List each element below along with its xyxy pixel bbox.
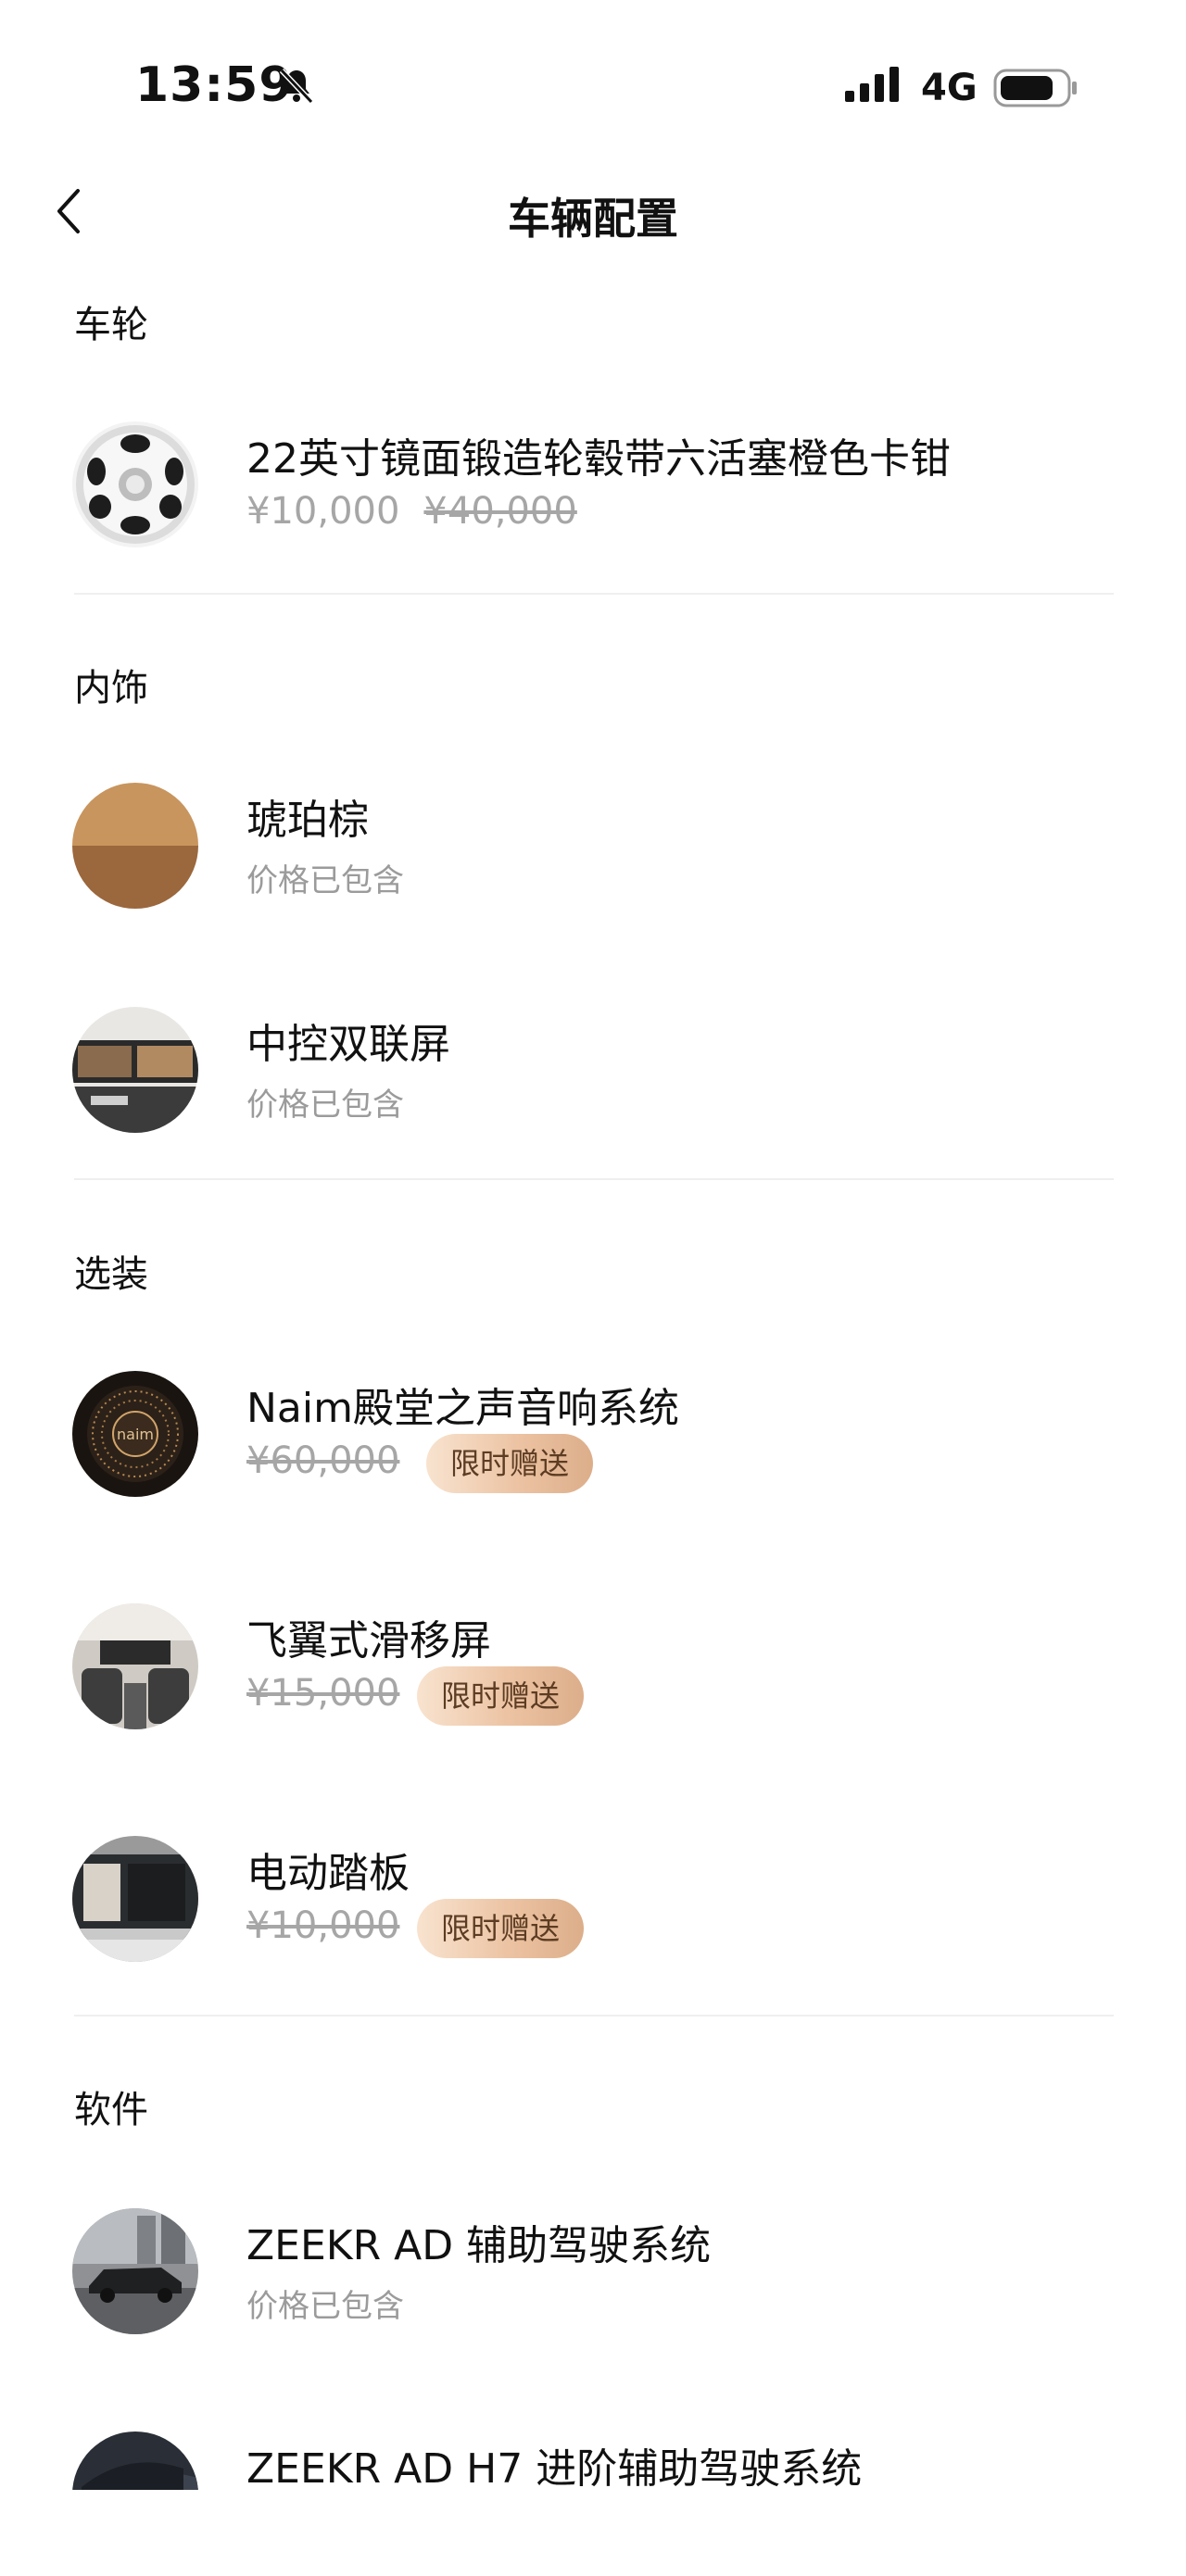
- item-name: 电动踏板: [246, 1850, 410, 1897]
- bell-off-icon: [279, 68, 314, 105]
- cabin-screen-image: [72, 1603, 198, 1729]
- amber-brown-swatch: [72, 783, 198, 909]
- original-price: ¥60,000: [246, 1439, 400, 1482]
- item-name: Naim殿堂之声音响系统: [246, 1385, 679, 1432]
- item-name: ZEEKR AD 辅助驾驶系统: [246, 2222, 712, 2269]
- list-item-power-step[interactable]: 电动踏板 ¥10,000 限时赠送: [0, 1836, 1186, 1984]
- list-item-zeekr-ad[interactable]: ZEEKR AD 辅助驾驶系统 价格已包含: [0, 2208, 1186, 2356]
- section-title-software: 软件: [74, 2089, 148, 2131]
- list-item-sliding-screen[interactable]: 飞翼式滑移屏 ¥15,000 限时赠送: [0, 1603, 1186, 1752]
- current-price: ¥10,000: [246, 490, 400, 533]
- list-item-naim-audio[interactable]: naim Naim殿堂之声音响系统 ¥60,000 限时赠送: [0, 1371, 1186, 1519]
- section-title-interior: 内饰: [74, 667, 148, 710]
- wheel-image: [72, 421, 198, 547]
- section-title-options: 选装: [74, 1253, 148, 1296]
- status-bar: 13:59 4G: [0, 0, 1186, 157]
- divider: [74, 1178, 1114, 1180]
- battery-icon: [993, 69, 1077, 107]
- list-item-wheel[interactable]: 22英寸镜面锻造轮毂带六活塞橙色卡钳 ¥10,000 ¥40,000: [0, 421, 1186, 570]
- page-title: 车辆配置: [508, 194, 678, 244]
- car-driving-image: [72, 2208, 198, 2334]
- signal-icon: [845, 67, 899, 102]
- power-step-image: [72, 1836, 198, 1962]
- price-note: 价格已包含: [246, 862, 404, 899]
- naim-speaker-image: naim: [72, 1371, 198, 1497]
- section-title-wheels: 车轮: [74, 304, 148, 346]
- divider: [74, 593, 1114, 595]
- original-price: ¥40,000: [423, 490, 577, 533]
- price-note: 价格已包含: [246, 1087, 404, 1124]
- item-name: 中控双联屏: [246, 1021, 450, 1068]
- price-note: 价格已包含: [246, 2288, 404, 2325]
- svg-text:naim: naim: [117, 1426, 154, 1443]
- item-name: 琥珀棕: [246, 797, 369, 844]
- list-item-dual-screen[interactable]: 中控双联屏 价格已包含: [0, 1007, 1186, 1155]
- item-name: 飞翼式滑移屏: [246, 1617, 491, 1665]
- original-price: ¥10,000: [246, 1904, 400, 1947]
- promo-badge: 限时赠送: [417, 1666, 585, 1726]
- list-item-amber-brown[interactable]: 琥珀棕 价格已包含: [0, 783, 1186, 931]
- status-time: 13:59: [135, 57, 294, 113]
- bottom-fade: [0, 2490, 1186, 2576]
- item-name: ZEEKR AD H7 进阶辅助驾驶系统: [246, 2445, 863, 2493]
- original-price: ¥15,000: [246, 1672, 400, 1715]
- nav-bar: 车辆配置: [0, 165, 1186, 258]
- divider: [74, 2015, 1114, 2017]
- item-name: 22英寸镜面锻造轮毂带六活塞橙色卡钳: [246, 435, 951, 483]
- network-label: 4G: [921, 67, 978, 109]
- price: ¥10,000 ¥40,000: [246, 490, 577, 533]
- promo-badge: 限时赠送: [417, 1899, 585, 1958]
- dual-screen-image: [72, 1007, 198, 1133]
- promo-badge: 限时赠送: [426, 1434, 594, 1493]
